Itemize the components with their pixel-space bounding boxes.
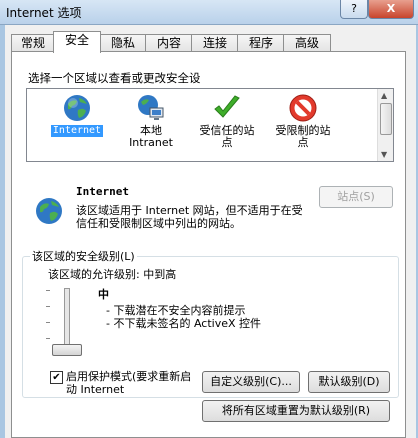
security-panel: 选择一个区域以查看或更改安全设 Internet 本地 Intranet 受信任… bbox=[11, 51, 406, 438]
scroll-down-icon[interactable]: ▼ bbox=[381, 150, 387, 159]
help-button[interactable]: ? bbox=[340, 0, 368, 19]
zone-description: 该区域适用于 Internet 网站，但不适用于在受信任和受限制区域中列出的网站… bbox=[76, 204, 303, 230]
title-bar: Internet 选项 ? X bbox=[0, 0, 418, 25]
slider-tick bbox=[46, 322, 50, 323]
tab-security[interactable]: 安全 bbox=[53, 31, 101, 53]
zone-list: Internet 本地 Intranet 受信任的站 点 受限制的站 点 ▲ ▼ bbox=[26, 88, 394, 162]
zone-title: Internet bbox=[76, 185, 129, 198]
globe-icon bbox=[64, 95, 90, 121]
dialog-client: 常规 安全 隐私 内容 连接 程序 高级 选择一个区域以查看或更改安全设 Int… bbox=[5, 25, 416, 438]
tab-connections[interactable]: 连接 bbox=[191, 34, 239, 52]
zone-prompt: 选择一个区域以查看或更改安全设 bbox=[28, 71, 201, 85]
level-detail: - 不下载未签名的 ActiveX 控件 bbox=[106, 317, 262, 330]
window-title: Internet 选项 bbox=[6, 6, 82, 20]
scroll-thumb[interactable] bbox=[380, 103, 392, 135]
scroll-up-icon[interactable]: ▲ bbox=[381, 91, 387, 100]
globe-icon bbox=[36, 198, 62, 224]
tab-privacy[interactable]: 隐私 bbox=[99, 34, 147, 52]
custom-level-button[interactable]: 自定义级别(C)... bbox=[202, 371, 300, 393]
zone-intranet[interactable]: 本地 Intranet bbox=[115, 93, 187, 149]
level-slider-thumb[interactable] bbox=[52, 344, 82, 356]
zone-label: 本地 Intranet bbox=[129, 124, 173, 149]
protected-mode-label[interactable]: 启用保护模式(要求重新启动 Internet bbox=[66, 370, 196, 396]
reset-all-zones-button[interactable]: 将所有区域重置为默认级别(R) bbox=[202, 400, 390, 422]
protected-mode-checkbox[interactable]: ✔ bbox=[50, 371, 63, 384]
sites-button[interactable]: 站点(S) bbox=[319, 186, 393, 208]
tab-content[interactable]: 内容 bbox=[145, 34, 193, 52]
tab-advanced[interactable]: 高级 bbox=[283, 34, 331, 52]
zone-scrollbar[interactable]: ▲ ▼ bbox=[377, 89, 393, 161]
security-level: 中 bbox=[98, 288, 109, 301]
default-level-button[interactable]: 默认级别(D) bbox=[308, 371, 390, 393]
checkmark-icon bbox=[214, 95, 240, 118]
tab-general[interactable]: 常规 bbox=[11, 34, 55, 52]
intranet-icon bbox=[138, 95, 164, 120]
allowed-level: 该区域的允许级别: 中到高 bbox=[48, 268, 177, 281]
slider-tick bbox=[46, 338, 50, 339]
zone-label: 受限制的站 点 bbox=[275, 124, 331, 149]
zone-label: Internet bbox=[50, 125, 104, 137]
zone-restricted[interactable]: 受限制的站 点 bbox=[267, 93, 339, 149]
no-entry-icon bbox=[289, 94, 317, 122]
zone-label: 受信任的站 点 bbox=[199, 124, 255, 149]
group-legend: 该区域的安全级别(L) bbox=[30, 248, 137, 264]
close-button[interactable]: X bbox=[368, 0, 414, 19]
zone-trusted[interactable]: 受信任的站 点 bbox=[191, 93, 263, 149]
zone-internet[interactable]: Internet bbox=[41, 93, 113, 137]
slider-tick bbox=[46, 290, 50, 291]
tab-programs[interactable]: 程序 bbox=[237, 34, 285, 52]
slider-tick bbox=[46, 306, 50, 307]
